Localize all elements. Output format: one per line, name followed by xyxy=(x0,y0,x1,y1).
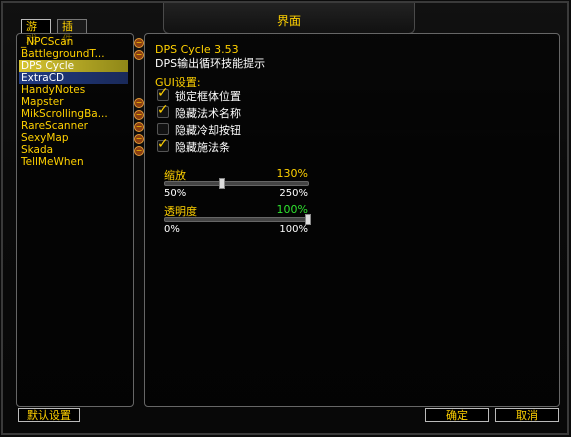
option-label: 隐藏冷却按钮 xyxy=(175,124,241,137)
addon-list-item[interactable]: Mapster xyxy=(19,96,128,108)
ok-button[interactable]: 确定 xyxy=(425,408,489,422)
addon-list-item[interactable]: HandyNotes xyxy=(19,84,128,96)
checkmark-icon: ✓ xyxy=(157,136,169,152)
addon-subtitle: DPS输出循环技能提示 xyxy=(155,57,266,70)
checkmark-icon: ✓ xyxy=(157,85,169,101)
option-checkbox[interactable]: ✓ xyxy=(157,102,169,118)
slider-thumb[interactable] xyxy=(219,178,226,189)
option-label: 隐藏法术名称 xyxy=(175,107,241,120)
slider-track[interactable] xyxy=(164,181,309,186)
addon-list-item[interactable]: TellMeWhen xyxy=(19,156,128,168)
slider-track[interactable] xyxy=(164,217,309,222)
defaults-button[interactable]: 默认设置 xyxy=(18,408,80,422)
slider-value: 130% xyxy=(276,167,308,180)
checkmark-icon: ✓ xyxy=(157,102,169,118)
option-label: 锁定框体位置 xyxy=(175,90,241,103)
addon-list-item[interactable]: BattlegroundT... xyxy=(19,48,128,60)
addon-list-item[interactable]: DPS Cycle xyxy=(19,60,128,72)
addon-list-item[interactable]: Skada xyxy=(19,144,128,156)
option-checkbox[interactable]: ✓ xyxy=(157,136,169,152)
slider-value: 100% xyxy=(276,203,308,216)
tab-addons[interactable]: 插件 xyxy=(57,19,87,46)
addon-list-item[interactable]: SexyMap xyxy=(19,132,128,144)
slider-min-label: 50% xyxy=(164,188,187,199)
expand-icon[interactable]: − xyxy=(134,98,144,108)
window-titlebar: 界面 xyxy=(163,3,415,34)
addon-list-item[interactable]: MikScrollingBa... xyxy=(19,108,128,120)
expand-icon[interactable]: − xyxy=(134,110,144,120)
expand-icon[interactable]: − xyxy=(134,50,144,60)
expand-icon[interactable]: − xyxy=(134,134,144,144)
tab-game[interactable]: 游戏 xyxy=(21,19,51,46)
expand-icon[interactable]: − xyxy=(134,146,144,156)
slider-max-label: 250% xyxy=(279,188,308,199)
interface-options-window: 界面 游戏 插件 _NPCScan−BattlegroundT...−DPS C… xyxy=(1,1,569,435)
option-checkbox[interactable] xyxy=(157,123,169,135)
addon-list-item[interactable]: RareScanner xyxy=(19,120,128,132)
cancel-button[interactable]: 取消 xyxy=(495,408,559,422)
addon-list-panel: _NPCScan − BattlegroundT... − DPS Cycle Extra… xyxy=(16,33,144,407)
expand-icon[interactable]: − xyxy=(134,38,144,48)
addon-list-item[interactable]: ExtraCD xyxy=(19,72,128,84)
window-title: 界面 xyxy=(276,14,301,28)
slider-min-label: 0% xyxy=(164,224,180,235)
option-label: 隐藏施法条 xyxy=(175,141,230,154)
addon-list-item[interactable]: _NPCScan xyxy=(19,36,128,48)
slider-max-label: 100% xyxy=(279,224,308,235)
option-checkbox[interactable]: ✓ xyxy=(157,85,169,101)
expand-icon[interactable]: − xyxy=(134,122,144,132)
addon-settings-panel: DPS Cycle 3.53 DPS输出循环技能提示 GUI设置: ✓ 锁定框体位… xyxy=(144,33,560,407)
